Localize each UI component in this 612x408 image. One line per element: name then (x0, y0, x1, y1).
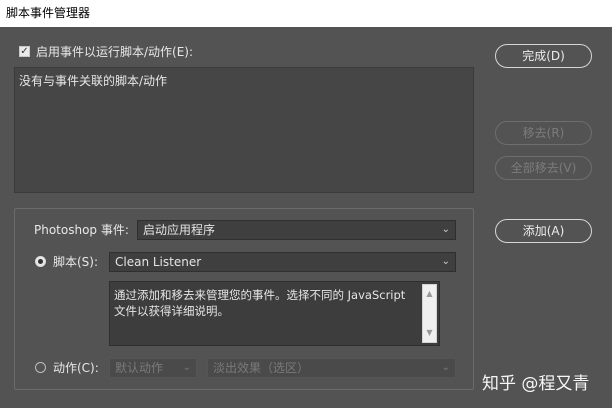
scroll-down-icon[interactable]: ▼ (423, 325, 436, 341)
enable-events-label: 启用事件以运行脚本/动作(E): (36, 45, 194, 59)
script-description[interactable]: 通过添加和移去来管理您的事件。选择不同的 JavaScript 文件以获得详细说… (109, 281, 440, 346)
script-radio[interactable] (35, 256, 46, 267)
action-label: 动作(C): (53, 361, 99, 375)
script-select[interactable]: Clean Listener ⌄ (109, 252, 456, 272)
add-button[interactable]: 添加(A) (495, 219, 592, 243)
events-list[interactable]: 没有与事件关联的脚本/动作 (14, 67, 474, 193)
script-description-text: 通过添加和移去来管理您的事件。选择不同的 JavaScript 文件以获得详细说… (114, 288, 406, 318)
events-list-empty-text: 没有与事件关联的脚本/动作 (19, 74, 168, 88)
enable-events-checkbox[interactable]: ✓ (19, 46, 30, 57)
photoshop-event-value: 启动应用程序 (143, 223, 216, 237)
photoshop-event-select[interactable]: 启动应用程序 ⌄ (137, 220, 456, 240)
window-title: 脚本事件管理器 (6, 6, 91, 20)
watermark: 知乎 @程又青 (482, 374, 590, 394)
check-icon: ✓ (20, 46, 29, 57)
action-radio[interactable] (35, 362, 46, 373)
chevron-down-icon: ⌄ (441, 362, 450, 373)
action-set-select[interactable]: 默认动作 ⌄ (109, 358, 197, 378)
remove-button[interactable]: 移去(R) (495, 121, 592, 145)
description-scrollbar[interactable]: ▲ ▼ (422, 284, 437, 343)
remove-all-button[interactable]: 全部移去(V) (495, 156, 592, 180)
chevron-down-icon: ⌄ (182, 362, 191, 373)
scroll-up-icon[interactable]: ▲ (423, 286, 436, 302)
photoshop-event-label: Photoshop 事件: (34, 223, 129, 237)
chevron-down-icon: ⌄ (441, 224, 450, 235)
chevron-down-icon: ⌄ (441, 256, 450, 267)
script-value: Clean Listener (115, 255, 202, 269)
script-label: 脚本(S): (53, 255, 99, 269)
window-titlebar: 脚本事件管理器 (0, 0, 612, 27)
action-value: 淡出效果（选区） (213, 361, 310, 375)
action-select[interactable]: 淡出效果（选区） ⌄ (207, 358, 456, 378)
done-button[interactable]: 完成(D) (495, 44, 592, 68)
action-set-value: 默认动作 (115, 361, 164, 375)
